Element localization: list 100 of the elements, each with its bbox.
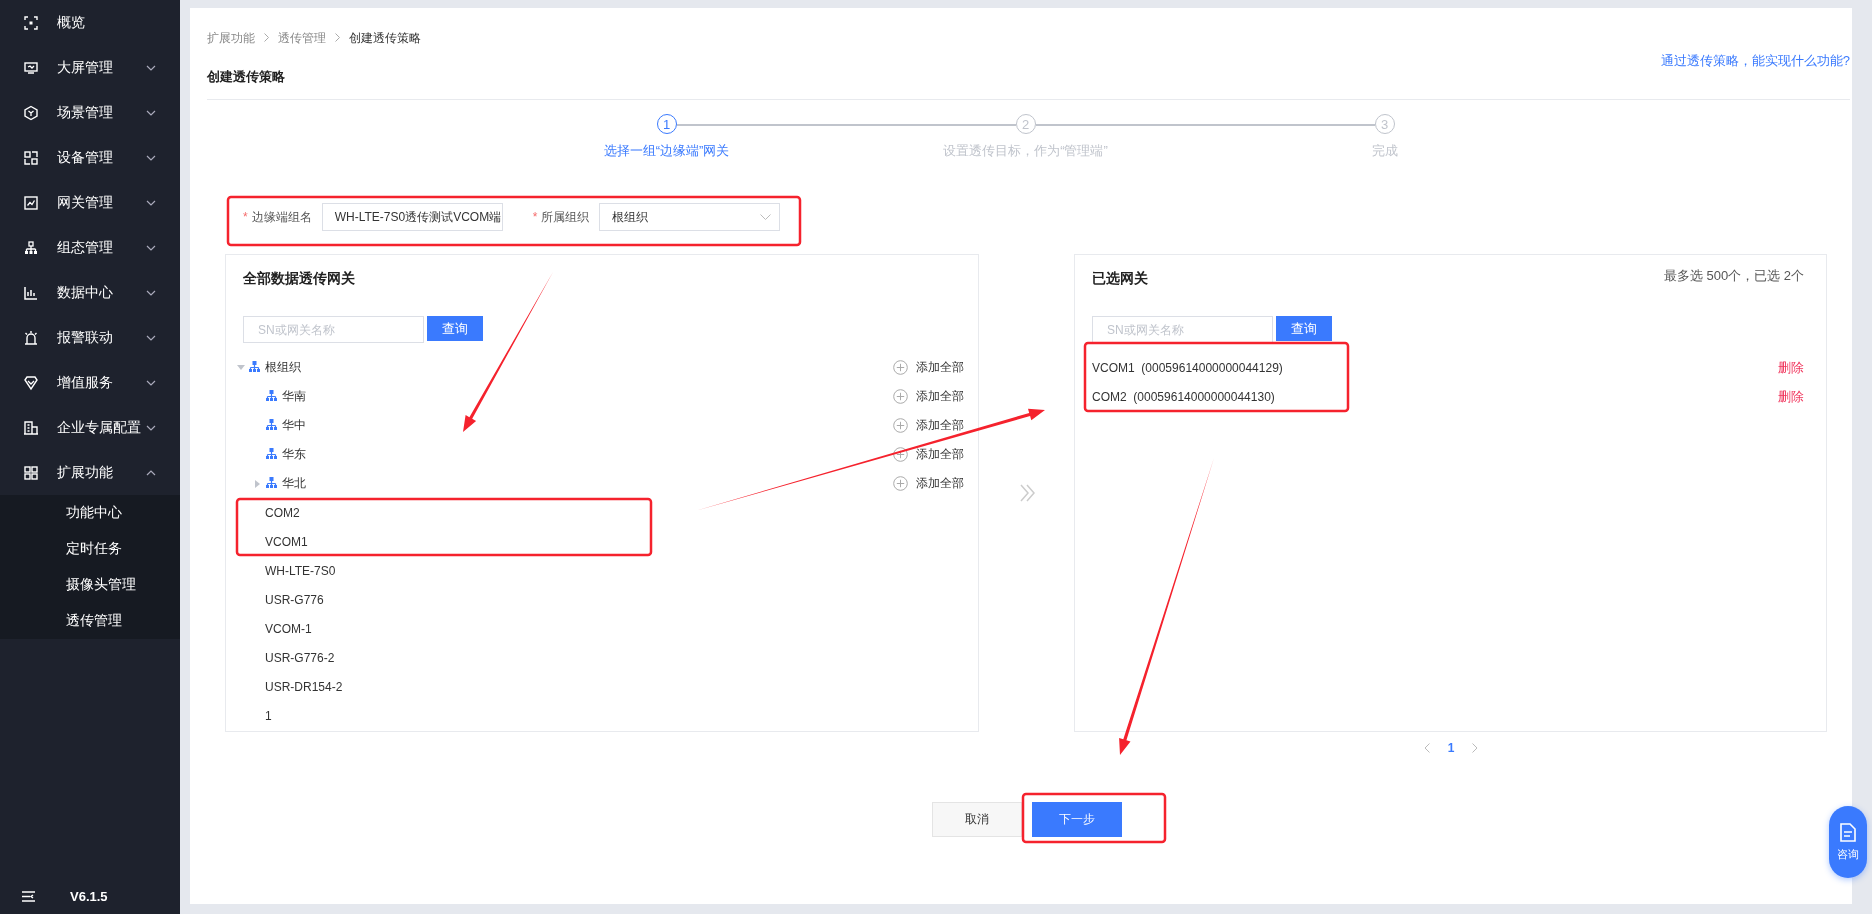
alarm-icon xyxy=(23,329,39,346)
organization-select[interactable]: 根组织 xyxy=(599,203,781,231)
tree-node-label[interactable]: 华东 xyxy=(282,446,306,463)
step-number: 1 xyxy=(656,114,677,134)
delete-link[interactable]: 删除 xyxy=(1778,358,1804,377)
add-all-button[interactable]: 添加全部 xyxy=(893,446,964,463)
menu-collapse-icon[interactable] xyxy=(22,890,35,902)
step-number: 3 xyxy=(1374,114,1395,134)
plus-circle-icon xyxy=(893,360,908,375)
help-link[interactable]: 通过透传策略，能实现什么功能? xyxy=(1660,52,1850,70)
required-mark: * xyxy=(243,210,248,224)
tree-node-label[interactable]: 华中 xyxy=(282,417,306,434)
next-page-icon[interactable] xyxy=(1472,743,1479,753)
field-label: 边缘端组名 xyxy=(251,208,312,226)
gateway-item[interactable]: USR-G776 xyxy=(265,592,324,607)
sidebar-item[interactable]: 扩展功能 xyxy=(0,450,180,495)
document-icon xyxy=(1840,822,1856,842)
search-button[interactable]: 查询 xyxy=(1276,316,1332,341)
plus-circle-icon xyxy=(893,447,908,462)
submenu-item[interactable]: 摄像头管理 xyxy=(0,567,180,603)
sidebar-item[interactable]: 网关管理 xyxy=(0,180,180,225)
hierarchy-icon xyxy=(249,360,260,372)
chevron-down-icon xyxy=(760,214,772,220)
gateway-item[interactable]: USR-DR154-2 xyxy=(265,679,343,694)
step-label: 选择一组“边缘端”网关 xyxy=(603,142,730,160)
gateway-item[interactable]: WH-LTE-7S0 xyxy=(265,563,336,578)
gateway-item[interactable]: VCOM1 xyxy=(265,534,308,549)
focus-icon xyxy=(23,14,39,31)
cube-icon xyxy=(23,104,39,121)
breadcrumb-item[interactable]: 扩展功能 xyxy=(207,29,255,47)
chevron-icon xyxy=(146,424,156,431)
step-number: 2 xyxy=(1015,114,1036,134)
chevron-icon xyxy=(146,334,156,341)
step-label: 完成 xyxy=(1371,142,1398,160)
sidebar-item[interactable]: 企业专属配置 xyxy=(0,405,180,450)
bar-chart-icon xyxy=(23,284,39,301)
page-title: 创建透传策略 xyxy=(207,68,285,86)
selection-count: 最多选 500个，已选 2个 xyxy=(1663,267,1804,285)
chevron-right-icon xyxy=(335,33,340,42)
gateway-item[interactable]: COM2 xyxy=(265,505,300,520)
chevron-icon xyxy=(146,469,156,476)
panel-title: 全部数据透传网关 xyxy=(243,270,356,288)
search-button[interactable]: 查询 xyxy=(427,316,483,341)
diamond-icon xyxy=(23,374,39,391)
cancel-button[interactable]: 取消 xyxy=(932,802,1022,837)
gateway-item[interactable]: 1 xyxy=(265,708,272,723)
sidebar-item[interactable]: 概览 xyxy=(0,0,180,45)
submenu-item[interactable]: 定时任务 xyxy=(0,531,180,567)
field-label: 所属组织 xyxy=(541,208,590,226)
monitor-icon xyxy=(23,59,39,76)
sidebar-item[interactable]: 增值服务 xyxy=(0,360,180,405)
grid-icon xyxy=(23,149,39,166)
tree-node-label[interactable]: 华南 xyxy=(282,388,306,405)
search-field[interactable]: SN或网关名称 xyxy=(243,316,424,343)
hierarchy-icon xyxy=(23,239,39,256)
sidebar-item[interactable]: 设备管理 xyxy=(0,135,180,180)
hierarchy-icon xyxy=(266,389,277,401)
chevron-icon xyxy=(146,289,156,296)
chevron-icon xyxy=(146,379,156,386)
sidebar-item[interactable]: 报警联动 xyxy=(0,315,180,360)
step-label: 设置透传目标，作为“管理端” xyxy=(943,142,1108,160)
hierarchy-icon xyxy=(266,447,277,459)
submenu-item[interactable]: 功能中心 xyxy=(0,495,180,531)
breadcrumb-item: 创建透传策略 xyxy=(349,29,421,47)
add-all-button[interactable]: 添加全部 xyxy=(893,359,964,376)
hierarchy-icon xyxy=(266,476,277,488)
add-all-button[interactable]: 添加全部 xyxy=(893,417,964,434)
sidebar-item[interactable]: 大屏管理 xyxy=(0,45,180,90)
next-button[interactable]: 下一步 xyxy=(1032,802,1122,837)
gateway-item[interactable]: USR-G776-2 xyxy=(265,650,335,665)
tree-node-label[interactable]: 华北 xyxy=(282,475,306,492)
add-all-button[interactable]: 添加全部 xyxy=(893,475,964,492)
page-number[interactable]: 1 xyxy=(1443,741,1459,755)
double-chevron-icon xyxy=(1018,484,1035,502)
search-field[interactable]: SN或网关名称 xyxy=(1092,316,1273,343)
chevron-icon xyxy=(146,64,156,71)
chevron-icon xyxy=(146,199,156,206)
tree-node-label[interactable]: 根组织 xyxy=(265,359,301,376)
gateway-item[interactable]: VCOM-1 xyxy=(265,621,312,636)
chevron-icon xyxy=(146,244,156,251)
apps-icon xyxy=(23,464,39,481)
sidebar-item[interactable]: 数据中心 xyxy=(0,270,180,315)
consult-button[interactable]: 咨询 xyxy=(1829,806,1867,878)
delete-link[interactable]: 删除 xyxy=(1778,387,1804,406)
add-all-button[interactable]: 添加全部 xyxy=(893,388,964,405)
previous-page-icon[interactable] xyxy=(1423,743,1430,753)
plus-circle-icon xyxy=(893,389,908,404)
plus-circle-icon xyxy=(893,418,908,433)
chevron-icon xyxy=(146,109,156,116)
submenu-item[interactable]: 透传管理 xyxy=(0,603,180,639)
plus-circle-icon xyxy=(893,476,908,491)
breadcrumb-item[interactable]: 透传管理 xyxy=(278,29,326,47)
group-name-field[interactable]: WH-LTE-7S0透传测试VCOM端 xyxy=(321,203,503,231)
hierarchy-icon xyxy=(266,418,277,430)
sidebar-item[interactable]: 场景管理 xyxy=(0,90,180,135)
building-icon xyxy=(23,419,39,436)
sidebar-item[interactable]: 组态管理 xyxy=(0,225,180,270)
version-label: V6.1.5 xyxy=(70,888,108,904)
selected-gateway: COM2 (00059614000000044130) xyxy=(1092,389,1275,404)
chart-icon xyxy=(23,194,39,211)
